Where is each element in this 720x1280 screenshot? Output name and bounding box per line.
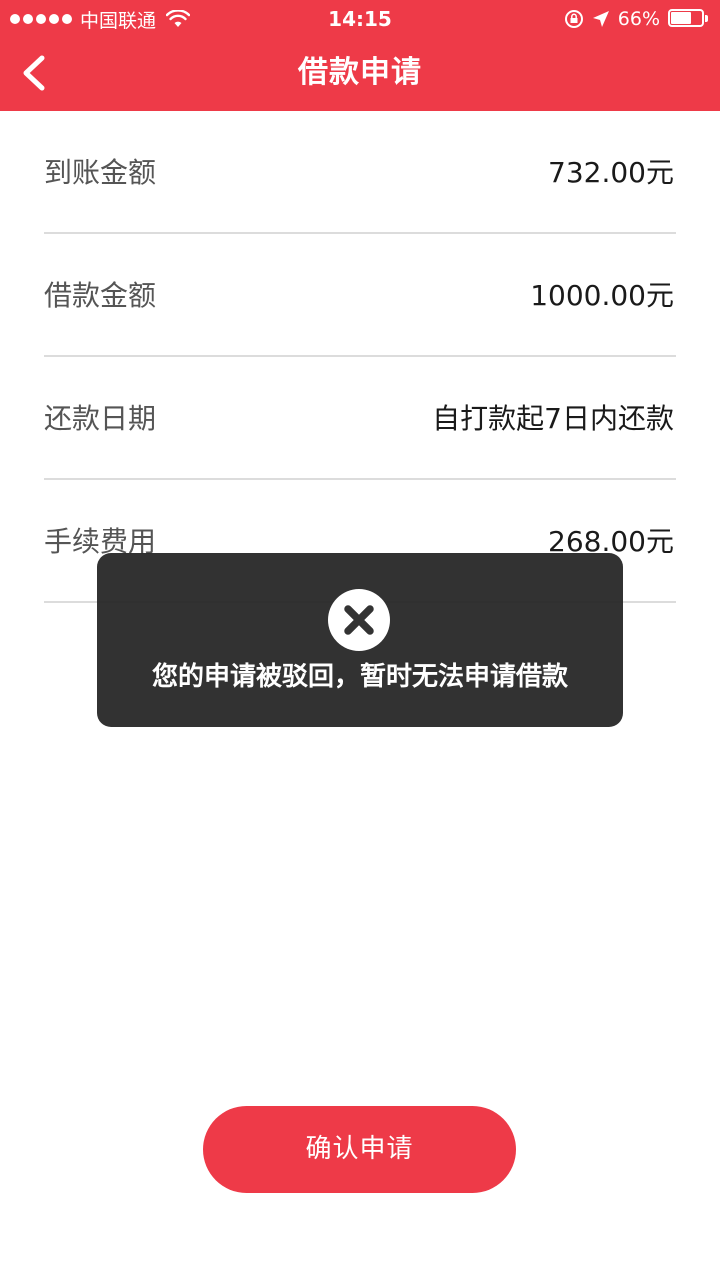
info-value: 1000.00元 <box>530 279 674 312</box>
info-value: 732.00元 <box>548 156 674 189</box>
info-row-repayment-date: 还款日期 自打款起7日内还款 <box>44 357 676 480</box>
page-title: 借款申请 <box>298 55 422 90</box>
loan-info-list: 到账金额 732.00元 借款金额 1000.00元 还款日期 自打款起7日内还… <box>44 111 676 603</box>
toast-message: 您的申请被驳回，暂时无法申请借款 <box>151 662 568 692</box>
rotation-lock-icon <box>564 10 583 28</box>
close-circle-icon <box>328 589 390 651</box>
info-label: 还款日期 <box>44 402 157 435</box>
info-row-loan-amount: 借款金额 1000.00元 <box>44 234 676 357</box>
nav-bar: 借款申请 <box>0 38 720 111</box>
location-arrow-icon <box>592 11 609 27</box>
error-toast: 您的申请被驳回，暂时无法申请借款 <box>97 553 623 727</box>
info-row-received-amount: 到账金额 732.00元 <box>44 111 676 234</box>
header: 中国联通 14:15 66% 借款申请 <box>0 0 720 111</box>
info-label: 借款金额 <box>44 279 157 312</box>
battery-icon <box>668 9 710 29</box>
confirm-apply-button[interactable]: 确认申请 <box>203 1106 516 1193</box>
info-value: 自打款起7日内还款 <box>432 402 674 435</box>
info-label: 到账金额 <box>44 156 157 189</box>
status-bar: 中国联通 14:15 66% <box>0 0 720 38</box>
status-right: 66% <box>564 6 710 32</box>
battery-percent: 66% <box>617 8 660 30</box>
screen: 中国联通 14:15 66% 借款申请 到账金额 732.00元 借款金额 10… <box>0 0 720 1280</box>
